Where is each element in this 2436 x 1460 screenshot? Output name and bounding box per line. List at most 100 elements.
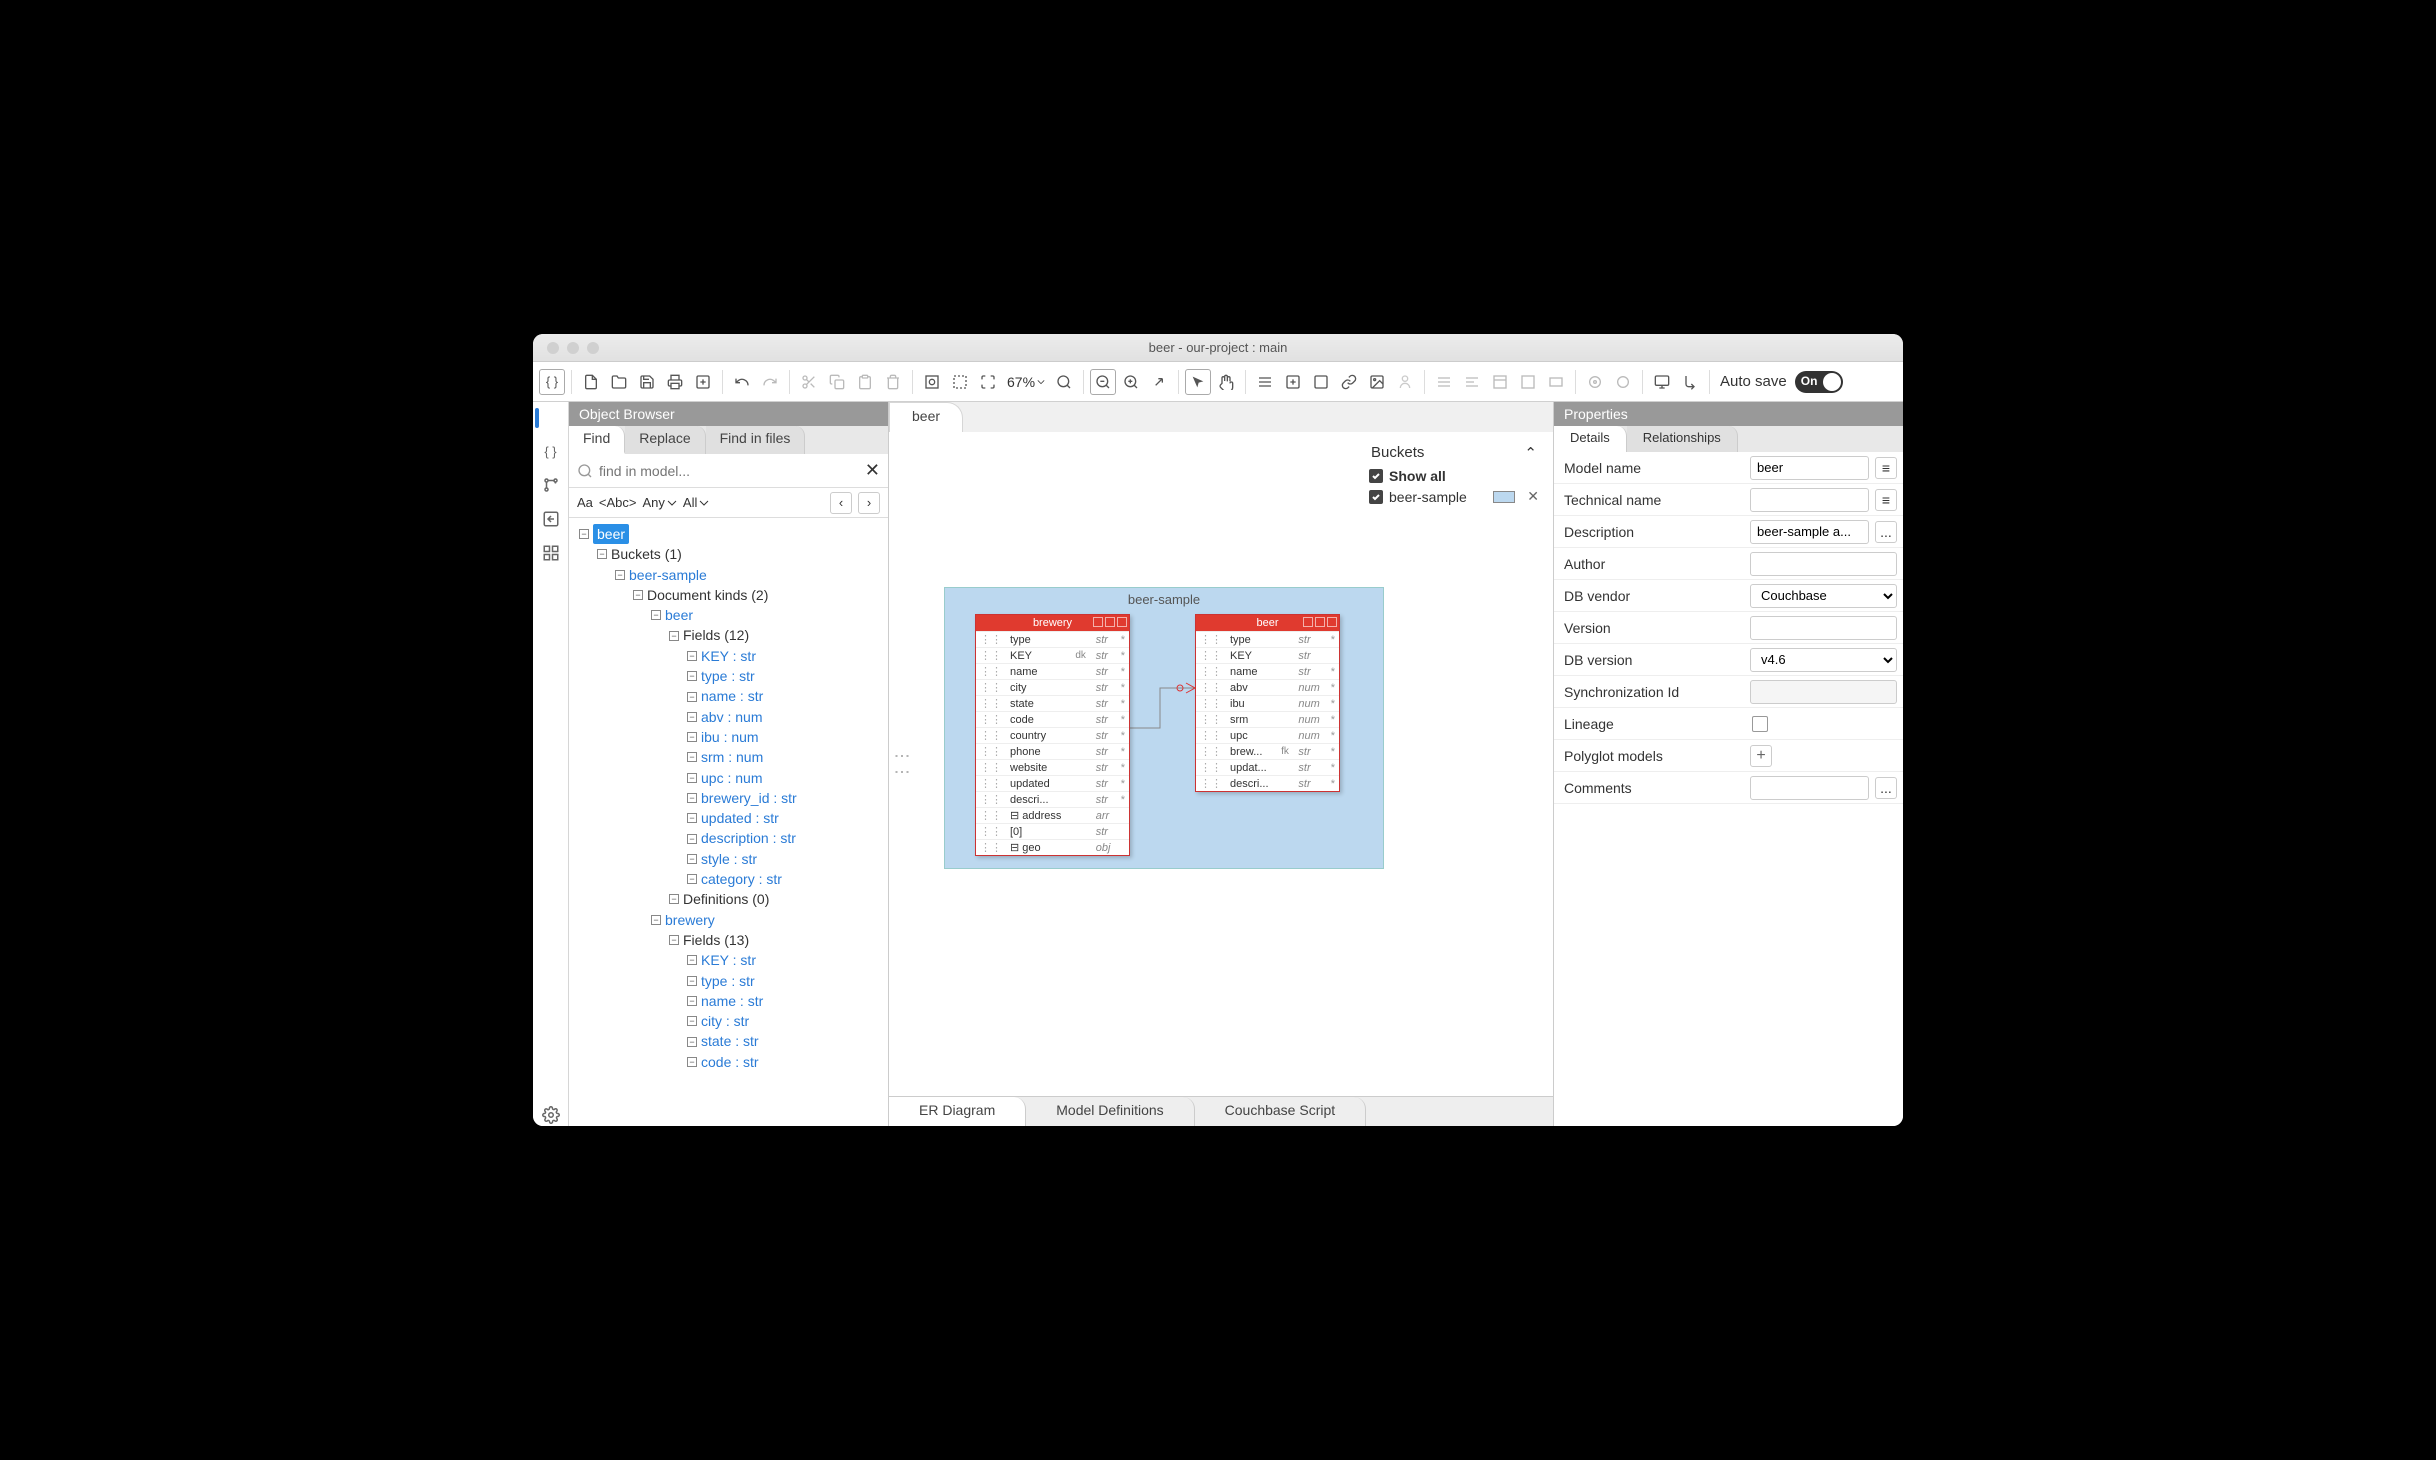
print-icon[interactable] xyxy=(662,369,688,395)
tree-toggle-icon[interactable]: − xyxy=(687,834,697,844)
close-dot[interactable] xyxy=(547,342,559,354)
zoom-in-icon[interactable] xyxy=(1118,369,1144,395)
clear-search-icon[interactable]: ✕ xyxy=(865,460,880,481)
fit-icon[interactable] xyxy=(919,369,945,395)
tree-toggle-icon[interactable]: − xyxy=(687,671,697,681)
tree-toggle-icon[interactable]: − xyxy=(669,631,679,641)
tree-field[interactable]: description : str xyxy=(701,828,796,848)
tree-field[interactable]: category : str xyxy=(701,869,782,889)
tree-field[interactable]: KEY : str xyxy=(701,646,756,666)
win2-icon[interactable] xyxy=(1515,369,1541,395)
drag-handle-icon[interactable]: ⋮⋮ xyxy=(892,748,911,780)
checkbox-icon[interactable] xyxy=(1369,469,1383,483)
filter-all[interactable]: All xyxy=(683,495,709,510)
tree-item[interactable]: beer-sample xyxy=(629,565,707,585)
tree-toggle-icon[interactable]: − xyxy=(651,610,661,620)
tree-toggle-icon[interactable]: − xyxy=(687,976,697,986)
tree-field[interactable]: abv : num xyxy=(701,707,762,727)
checkbox-icon[interactable] xyxy=(1369,490,1383,504)
tree-item[interactable]: Fields (13) xyxy=(683,930,749,950)
tree-item[interactable]: Fields (12) xyxy=(683,625,749,645)
max-dot[interactable] xyxy=(587,342,599,354)
tree-toggle-icon[interactable]: − xyxy=(687,1016,697,1026)
circle-icon[interactable] xyxy=(1610,369,1636,395)
zoom-level[interactable]: 67% xyxy=(1003,374,1049,390)
tree-toggle-icon[interactable]: − xyxy=(687,874,697,884)
tree-toggle-icon[interactable]: − xyxy=(615,570,625,580)
property-select[interactable]: v4.6 xyxy=(1750,648,1897,672)
copy-icon[interactable] xyxy=(824,369,850,395)
entity-copy-icon[interactable] xyxy=(1315,617,1325,627)
property-input[interactable] xyxy=(1750,680,1897,704)
align-lines-icon[interactable] xyxy=(1252,369,1278,395)
tree-toggle-icon[interactable]: − xyxy=(687,1057,697,1067)
property-more-icon[interactable]: ≡ xyxy=(1875,489,1897,511)
tree-item[interactable]: Document kinds (2) xyxy=(647,585,768,605)
tree-toggle-icon[interactable]: − xyxy=(669,935,679,945)
hand-icon[interactable] xyxy=(1213,369,1239,395)
tab-model-definitions[interactable]: Model Definitions xyxy=(1026,1097,1194,1126)
property-input[interactable] xyxy=(1750,616,1897,640)
tree-root[interactable]: beer xyxy=(593,524,629,544)
redo-icon[interactable] xyxy=(757,369,783,395)
tree-field[interactable]: srm : num xyxy=(701,747,763,767)
add-button[interactable]: + xyxy=(1750,745,1772,767)
tree-item[interactable]: brewery xyxy=(665,910,715,930)
zoom-out-icon[interactable] xyxy=(1090,369,1116,395)
filter-any[interactable]: Any xyxy=(643,495,677,510)
tree-toggle-icon[interactable]: − xyxy=(687,955,697,965)
select-icon[interactable] xyxy=(947,369,973,395)
bucket-row[interactable]: beer-sample ✕ xyxy=(1369,486,1539,507)
tab-er-diagram[interactable]: ER Diagram xyxy=(889,1097,1026,1126)
bucket-color-swatch[interactable] xyxy=(1493,491,1515,503)
tree-field[interactable]: city : str xyxy=(701,1011,749,1031)
tab-replace[interactable]: Replace xyxy=(625,426,705,454)
filter-word[interactable]: <Abc> xyxy=(599,495,637,510)
link-icon[interactable] xyxy=(1336,369,1362,395)
tree-field[interactable]: name : str xyxy=(701,686,763,706)
collapse-icon[interactable]: ⌃ xyxy=(1524,444,1537,462)
remove-bucket-icon[interactable]: ✕ xyxy=(1527,488,1539,505)
target-icon[interactable] xyxy=(1582,369,1608,395)
entity-edit-icon[interactable] xyxy=(1093,617,1103,627)
prev-match[interactable]: ‹ xyxy=(830,492,852,514)
min-dot[interactable] xyxy=(567,342,579,354)
sidebar-branch-icon[interactable] xyxy=(540,474,562,496)
er-bucket-container[interactable]: beer-sample brewery⋮⋮typestr*⋮⋮KEYdkstr*… xyxy=(944,587,1384,869)
pointer-icon[interactable] xyxy=(1185,369,1211,395)
win3-icon[interactable] xyxy=(1543,369,1569,395)
open-folder-icon[interactable] xyxy=(606,369,632,395)
entity-beer[interactable]: beer⋮⋮typestr*⋮⋮KEYstr⋮⋮namestr*⋮⋮abvnum… xyxy=(1195,614,1340,792)
tree-field[interactable]: state : str xyxy=(701,1031,759,1051)
tree-toggle-icon[interactable]: − xyxy=(687,996,697,1006)
tree-toggle-icon[interactable]: − xyxy=(687,1037,697,1047)
tree-toggle-icon[interactable]: − xyxy=(687,712,697,722)
add-entity-icon[interactable] xyxy=(1308,369,1334,395)
merge-icon[interactable] xyxy=(1677,369,1703,395)
property-input[interactable] xyxy=(1750,456,1869,480)
entity-copy-icon[interactable] xyxy=(1105,617,1115,627)
sidebar-settings-icon[interactable] xyxy=(540,1104,562,1126)
property-input[interactable] xyxy=(1750,552,1897,576)
tree-item[interactable]: Definitions (0) xyxy=(683,889,769,909)
tree-toggle-icon[interactable]: − xyxy=(687,752,697,762)
property-checkbox[interactable] xyxy=(1752,716,1768,732)
tab-relationships[interactable]: Relationships xyxy=(1627,426,1738,452)
tree-field[interactable]: updated : str xyxy=(701,808,779,828)
monitor-icon[interactable] xyxy=(1649,369,1675,395)
tree-toggle-icon[interactable]: − xyxy=(687,854,697,864)
tree-toggle-icon[interactable]: − xyxy=(687,692,697,702)
entity-brewery[interactable]: brewery⋮⋮typestr*⋮⋮KEYdkstr*⋮⋮namestr*⋮⋮… xyxy=(975,614,1130,856)
tree-toggle-icon[interactable]: − xyxy=(687,793,697,803)
tree-field[interactable]: brewery_id : str xyxy=(701,788,797,808)
delete-icon[interactable] xyxy=(880,369,906,395)
win-icon[interactable] xyxy=(1487,369,1513,395)
property-input[interactable] xyxy=(1750,488,1869,512)
image-icon[interactable] xyxy=(1364,369,1390,395)
entity-expand-icon[interactable] xyxy=(1327,617,1337,627)
tree-item[interactable]: beer xyxy=(665,605,693,625)
save-icon[interactable] xyxy=(634,369,660,395)
undo-icon[interactable] xyxy=(729,369,755,395)
tree-toggle-icon[interactable]: − xyxy=(687,813,697,823)
property-more-icon[interactable]: ≡ xyxy=(1875,457,1897,479)
